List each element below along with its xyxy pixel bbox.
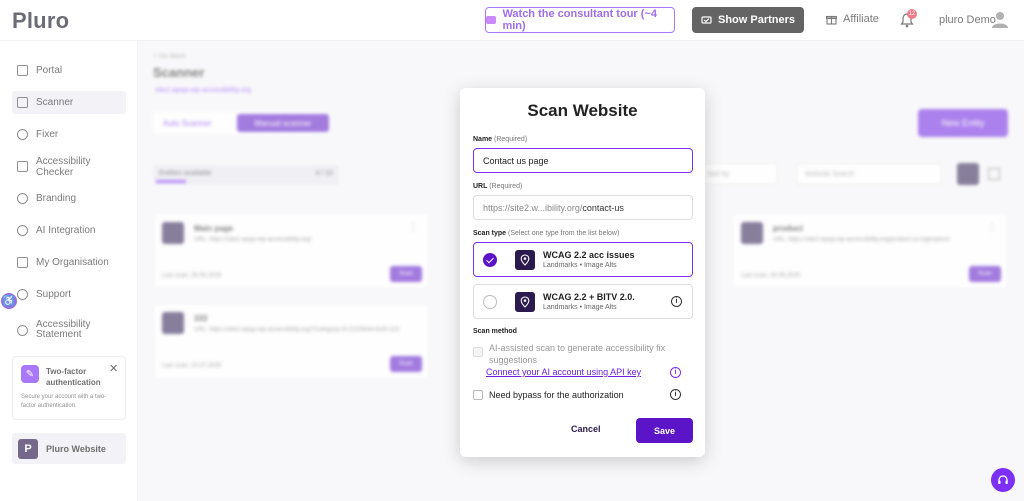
scan-type-name: WCAG 2.2 + BITV 2.0.	[543, 292, 635, 302]
map-pin-icon	[515, 292, 535, 312]
support-chat-button[interactable]	[991, 468, 1015, 492]
info-icon[interactable]: i	[671, 296, 682, 307]
required-note: (Required)	[489, 183, 523, 190]
scan-website-modal: Scan Website Name (Required) Contact us …	[460, 88, 705, 457]
ai-scan-label: AI-assisted scan to generate accessibili…	[489, 343, 666, 365]
scan-method-label: Scan method	[473, 328, 517, 335]
url-path: contact-us	[582, 202, 624, 213]
url-input[interactable]: https://site2.w...ibility.org/contact-us	[473, 195, 693, 220]
scan-type-features: Landmarks • Image Alts	[543, 262, 617, 269]
scan-type-hint: (Select one type from the list below)	[508, 230, 620, 237]
info-icon[interactable]: i	[670, 367, 681, 378]
scan-type-name: WCAG 2.2 acc issues	[543, 250, 635, 260]
scan-type-option-wcag22-bitv[interactable]: WCAG 2.2 + BITV 2.0. Landmarks • Image A…	[473, 284, 693, 319]
bypass-label: Need bypass for the authorization	[489, 390, 624, 400]
modal-title: Scan Website	[527, 101, 638, 120]
ai-scan-checkbox[interactable]	[473, 347, 483, 357]
bypass-checkbox[interactable]	[473, 390, 483, 400]
scan-type-option-wcag22[interactable]: WCAG 2.2 acc issues Landmarks • Image Al…	[473, 242, 693, 277]
url-prefix: https://site2.w...ibility.org/	[483, 202, 583, 213]
name-input[interactable]: Contact us page	[473, 148, 693, 173]
name-label: Name (Required)	[473, 136, 527, 143]
radio-unselected[interactable]	[483, 295, 497, 309]
scan-type-features: Landmarks • Image Alts	[543, 304, 617, 311]
url-label-text: URL	[473, 183, 488, 190]
scan-type-label: Scan type (Select one type from the list…	[473, 230, 619, 237]
required-note: (Required)	[494, 136, 528, 143]
scan-type-label-text: Scan type	[473, 230, 507, 237]
map-pin-icon	[515, 250, 535, 270]
info-icon[interactable]: i	[670, 389, 681, 400]
save-button[interactable]: Save	[636, 418, 693, 443]
cancel-button[interactable]: Cancel	[571, 424, 601, 434]
connect-ai-link[interactable]: Connect your AI account using API key	[486, 367, 641, 377]
radio-selected[interactable]	[483, 253, 497, 267]
url-label: URL (Required)	[473, 183, 522, 190]
headset-icon	[998, 475, 1008, 484]
name-label-text: Name	[473, 136, 493, 143]
